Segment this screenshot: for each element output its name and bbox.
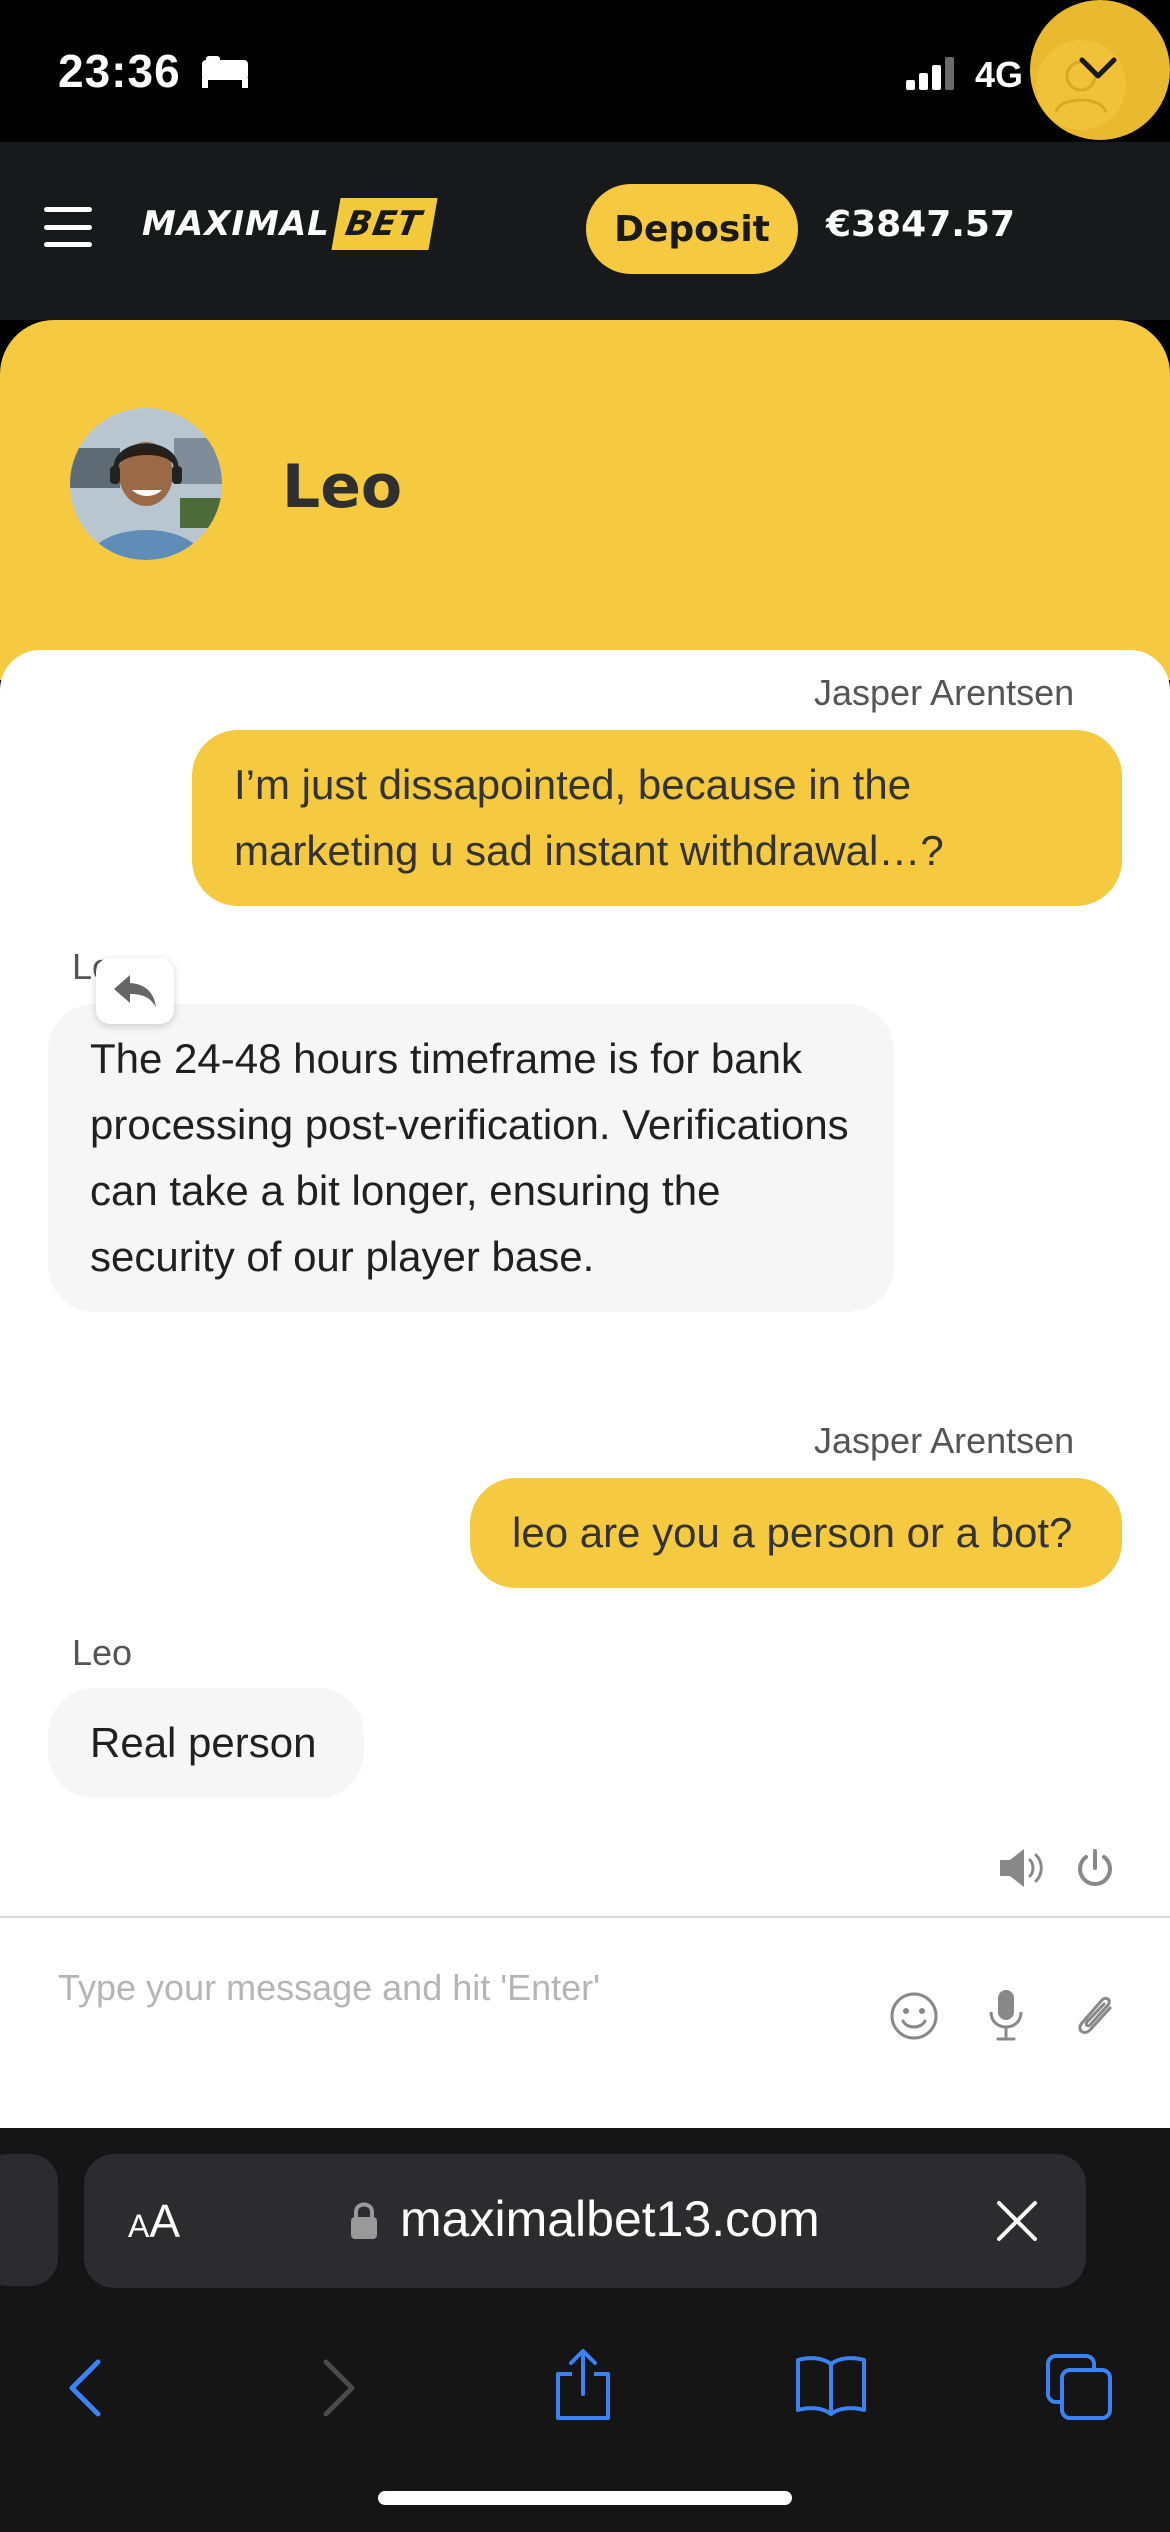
browser-nav-bar bbox=[0, 2318, 1170, 2438]
outgoing-message-bubble[interactable]: leo are you a person or a bot? bbox=[470, 1478, 1122, 1588]
bookmarks-icon[interactable] bbox=[794, 2354, 868, 2421]
close-icon[interactable] bbox=[994, 2198, 1040, 2249]
share-icon[interactable] bbox=[552, 2348, 614, 2427]
reader-options-button[interactable]: AA bbox=[128, 2194, 180, 2248]
message-composer bbox=[0, 1918, 1170, 2128]
user-avatar-icon bbox=[1036, 40, 1126, 130]
status-time: 23:36 bbox=[58, 45, 181, 97]
lock-icon bbox=[348, 2200, 380, 2247]
tabs-overview-icon[interactable] bbox=[1044, 2352, 1114, 2427]
maximalbet-logo[interactable]: MAXIMAL BET bbox=[142, 197, 438, 251]
message-input[interactable] bbox=[58, 1958, 858, 2018]
agent-avatar bbox=[70, 408, 222, 560]
deposit-button[interactable]: Deposit bbox=[586, 184, 798, 274]
chat-transcript: Jasper Arentsen I’m just dissapointed, b… bbox=[0, 650, 1170, 1918]
signal-strength-icon bbox=[906, 56, 960, 97]
chevron-down-icon bbox=[1079, 57, 1117, 79]
message-sender: Jasper Arentsen bbox=[814, 1420, 1075, 1461]
site-header: MAXIMAL BET Deposit €3847.57 bbox=[0, 142, 1170, 320]
chat-header: Leo bbox=[0, 320, 1170, 680]
user-account-button[interactable] bbox=[1030, 0, 1170, 142]
message-sender: Leo bbox=[72, 1632, 133, 1673]
network-type: 4G bbox=[975, 54, 1024, 95]
status-bar: 23:36 4G bbox=[0, 0, 1170, 142]
logo-text-accent: BET bbox=[331, 198, 438, 250]
outgoing-message-bubble[interactable]: I’m just dissapointed, because in the ma… bbox=[192, 730, 1122, 906]
logo-text-main: MAXIMAL bbox=[142, 204, 330, 244]
microphone-icon[interactable] bbox=[986, 1988, 1026, 2047]
incoming-message-bubble[interactable]: Real person bbox=[48, 1688, 364, 1798]
forward-chevron-icon[interactable] bbox=[318, 2358, 358, 2423]
home-indicator bbox=[378, 2491, 792, 2505]
incoming-message-bubble[interactable]: The 24-48 hours timeframe is for bank pr… bbox=[48, 1004, 894, 1312]
hamburger-menu-icon[interactable] bbox=[44, 207, 92, 247]
back-chevron-icon[interactable] bbox=[66, 2358, 106, 2423]
browser-toolbar: AA maximalbet13.com bbox=[0, 2128, 1170, 2532]
agent-name: Leo bbox=[282, 452, 403, 522]
reply-icon[interactable] bbox=[96, 958, 174, 1024]
account-balance: €3847.57 bbox=[826, 204, 1016, 245]
url-text[interactable]: maximalbet13.com bbox=[400, 2190, 820, 2248]
previous-tab-preview[interactable] bbox=[0, 2154, 58, 2286]
end-chat-power-icon[interactable] bbox=[1074, 1848, 1116, 1895]
message-sender: Jasper Arentsen bbox=[814, 672, 1075, 713]
emoji-icon[interactable] bbox=[888, 1990, 940, 2047]
attachment-icon[interactable] bbox=[1072, 1988, 1118, 2047]
address-bar[interactable]: AA maximalbet13.com bbox=[84, 2154, 1086, 2288]
sound-toggle-icon[interactable] bbox=[998, 1846, 1052, 1895]
sleep-focus-icon bbox=[200, 54, 250, 95]
